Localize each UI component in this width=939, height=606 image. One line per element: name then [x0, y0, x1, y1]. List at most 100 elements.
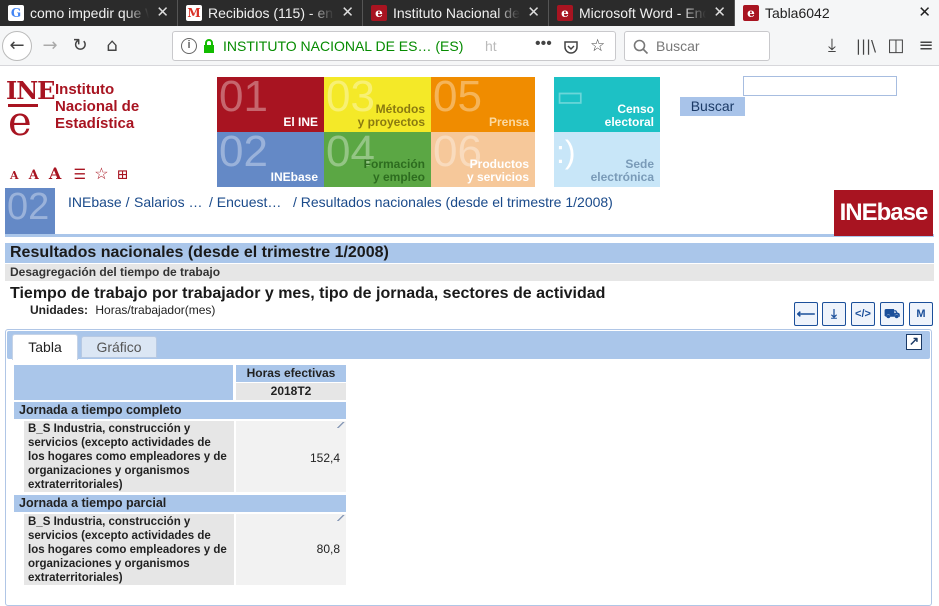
- cell-note-icon[interactable]: [337, 422, 345, 428]
- logo-e: e: [8, 99, 32, 145]
- column-header-measure: Horas efectivas: [236, 365, 346, 382]
- tab-title: Instituto Nacional de Est: [393, 0, 520, 26]
- tile-formacion[interactable]: 04 Formación y empleo: [324, 132, 431, 187]
- tile-number: 02: [219, 132, 268, 176]
- cart-icon[interactable]: ⛟: [880, 302, 904, 326]
- tab-title: Microsoft Word - Encuest: [579, 0, 706, 26]
- tile-number: :): [556, 134, 576, 170]
- title-band: Resultados nacionales (desde el trimestr…: [5, 243, 934, 263]
- tab-title: como impedir que Windows: [30, 0, 149, 26]
- column-header-period: 2018T2: [236, 383, 346, 400]
- tile-censo-electoral[interactable]: ▭ Censo electoral: [554, 77, 660, 132]
- table-corner: [14, 365, 233, 400]
- browser-tab[interactable]: M Recibidos (115) - enrique ✕: [178, 0, 363, 26]
- open-new-window-icon[interactable]: ↗: [906, 334, 922, 350]
- sitemap-icon[interactable]: ⊞: [117, 167, 129, 183]
- tile-productos[interactable]: 06 Productos y servicios: [431, 132, 535, 187]
- units-label: Unidades:: [30, 303, 89, 317]
- home-icon[interactable]: ⌂: [98, 32, 126, 60]
- browser-tab-active[interactable]: e Tabla6042 ✕: [735, 0, 939, 26]
- ine-icon: e: [557, 5, 573, 21]
- forward-icon[interactable]: →: [36, 32, 64, 60]
- font-large-button[interactable]: A: [49, 164, 61, 183]
- metadata-icon[interactable]: M: [909, 302, 933, 326]
- breadcrumb-encuesta[interactable]: / Encuest…: [209, 194, 281, 210]
- tile-label: Censo electoral: [604, 102, 654, 129]
- ine-icon: e: [743, 5, 759, 21]
- menu-icon[interactable]: ≡: [914, 32, 938, 60]
- tab-title: Tabla6042: [765, 5, 830, 21]
- browser-tab-bar: G como impedir que Windows ✕ M Recibidos…: [0, 0, 939, 26]
- subtitle-band: Desagregación del tiempo de trabajo: [5, 264, 934, 281]
- gmail-icon: M: [186, 5, 202, 21]
- more-actions-icon[interactable]: •••: [535, 35, 552, 53]
- tab-tabla[interactable]: Tabla: [12, 334, 78, 360]
- ballot-icon: ▭: [556, 80, 585, 113]
- close-tab-icon[interactable]: ✕: [713, 0, 726, 26]
- tile-sede-electronica[interactable]: :) Sede electrónica: [554, 132, 660, 187]
- close-tab-icon[interactable]: ✕: [527, 0, 540, 26]
- search-placeholder: Buscar: [656, 38, 700, 54]
- tile-label: Prensa: [488, 115, 529, 129]
- browser-tab[interactable]: e Instituto Nacional de Est ✕: [363, 0, 549, 26]
- pocket-icon[interactable]: [563, 39, 579, 55]
- tile-metodos[interactable]: 03 Métodos y proyectos: [324, 77, 431, 132]
- units-value: Horas/trabajador(mes): [95, 303, 216, 317]
- close-tab-icon[interactable]: ✕: [341, 0, 354, 26]
- tile-label: Métodos y proyectos: [357, 102, 425, 129]
- section-badge: 02: [5, 188, 55, 234]
- cell-value: 80,8: [236, 514, 346, 585]
- back-icon[interactable]: ←: [2, 31, 32, 61]
- reload-icon[interactable]: ↻: [66, 32, 94, 60]
- tile-label: INEbase: [270, 170, 318, 184]
- library-icon[interactable]: |||\: [852, 32, 880, 60]
- table-title: Tiempo de trabajo por trabajador y mes, …: [10, 285, 606, 302]
- rss-icon[interactable]: ☰: [73, 167, 86, 183]
- breadcrumb-current: / Resultados nacionales (desde el trimes…: [293, 194, 613, 210]
- bookmark-star-icon[interactable]: ☆: [590, 36, 605, 56]
- cell-note-icon[interactable]: [337, 515, 345, 521]
- ine-search-button[interactable]: Buscar: [680, 97, 745, 116]
- back-arrow-icon[interactable]: ⟵: [794, 302, 818, 326]
- font-size-controls: A A A ☰ ☆ ⊞: [10, 164, 128, 183]
- url-text: INSTITUTO NACIONAL DE ES… (ES): [223, 38, 464, 54]
- tile-number: 01: [219, 77, 268, 121]
- breadcrumb-inebase[interactable]: INEbase /: [68, 194, 129, 210]
- download-icon[interactable]: ⤓: [822, 302, 846, 326]
- ine-search-input[interactable]: [743, 76, 897, 96]
- tile-el-ine[interactable]: 01 El INE: [217, 77, 324, 132]
- inebase-brand-logo[interactable]: INEbase: [834, 190, 933, 236]
- tab-grafico[interactable]: Gráfico: [81, 336, 157, 358]
- logo-line: Nacional de: [55, 98, 140, 115]
- close-tab-icon[interactable]: ✕: [156, 0, 169, 26]
- section-number: 02: [7, 188, 50, 228]
- navigation-bar: ← → ↻ ⌂ i INSTITUTO NACIONAL DE ES… (ES)…: [0, 26, 939, 66]
- url-bar[interactable]: i INSTITUTO NACIONAL DE ES… (ES) ht ••• …: [172, 31, 616, 61]
- embed-code-icon[interactable]: </>: [851, 302, 875, 326]
- tile-inebase[interactable]: 02 INEbase: [217, 132, 324, 187]
- download-icon[interactable]: ⤓: [818, 32, 846, 60]
- tile-label: Formación y empleo: [363, 157, 425, 184]
- font-small-button[interactable]: A: [10, 169, 19, 182]
- font-medium-button[interactable]: A: [29, 168, 39, 183]
- page-subtitle: Desagregación del tiempo de trabajo: [10, 265, 221, 279]
- ine-icon: e: [371, 5, 387, 21]
- tile-prensa[interactable]: 05 Prensa: [431, 77, 535, 132]
- browser-tab[interactable]: G como impedir que Windows ✕: [0, 0, 178, 26]
- close-tab-icon[interactable]: ✕: [918, 0, 931, 26]
- google-icon: G: [8, 5, 24, 21]
- favorites-star-icon[interactable]: ☆: [94, 164, 108, 183]
- group-header: Jornada a tiempo completo: [14, 402, 346, 419]
- logo-line: Estadística: [55, 115, 135, 132]
- sidebar-icon[interactable]: ◫: [882, 32, 910, 60]
- ine-logo-text[interactable]: Instituto Nacional de Estadística: [55, 81, 139, 132]
- group-header: Jornada a tiempo parcial: [14, 495, 346, 512]
- info-icon[interactable]: i: [181, 38, 197, 54]
- tile-label: Sede electrónica: [590, 157, 654, 184]
- search-input[interactable]: Buscar: [624, 31, 770, 61]
- tab-title: Recibidos (115) - enrique: [208, 0, 334, 26]
- page-title: Resultados nacionales (desde el trimestr…: [10, 244, 389, 261]
- ine-logo-mark[interactable]: INE e: [6, 76, 55, 146]
- browser-tab[interactable]: e Microsoft Word - Encuest ✕: [549, 0, 735, 26]
- breadcrumb-salarios[interactable]: Salarios …: [134, 194, 202, 210]
